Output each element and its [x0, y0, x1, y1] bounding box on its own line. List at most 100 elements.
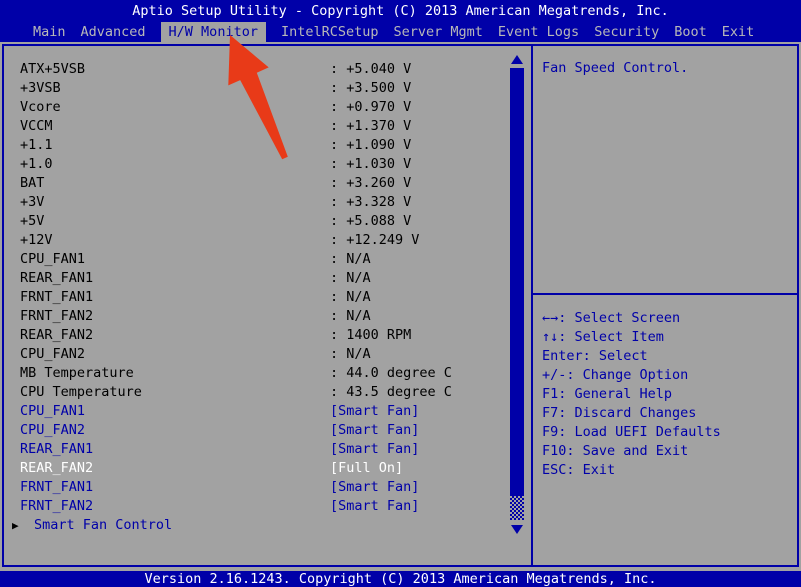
monitor-reading-row-value: : +3.260 V: [330, 175, 412, 191]
bios-setup-screen: Aptio Setup Utility - Copyright (C) 2013…: [0, 0, 801, 587]
monitor-reading-row: CPU_FAN1 : N/A: [4, 250, 531, 269]
tab-server-mgmt[interactable]: Server Mgmt: [394, 22, 483, 42]
help-key-line: ESC: Exit: [542, 462, 616, 478]
monitor-reading-row-label: +5V: [20, 213, 45, 229]
monitor-reading-row-label: CPU_FAN2: [20, 346, 86, 362]
monitor-reading-row: REAR_FAN1 : N/A: [4, 269, 531, 288]
fan-setting-row[interactable]: REAR_FAN1 [Smart Fan]: [4, 440, 531, 459]
monitor-reading-row-label: ATX+5VSB: [20, 61, 86, 77]
scrollbar-thumb[interactable]: [510, 68, 524, 496]
help-description: Fan Speed Control.: [542, 60, 689, 76]
monitor-reading-row-value: : N/A: [330, 289, 371, 305]
monitor-reading-row-value: : +3.500 V: [330, 80, 412, 96]
monitor-reading-row: FRNT_FAN2 : N/A: [4, 307, 531, 326]
monitor-reading-row: FRNT_FAN1 : N/A: [4, 288, 531, 307]
monitor-reading-row-label: +1.0: [20, 156, 53, 172]
fan-setting-row-value: [Smart Fan]: [330, 422, 420, 438]
monitor-reading-row-value: : +5.040 V: [330, 61, 412, 77]
tab-main[interactable]: Main: [33, 22, 66, 42]
help-key-line: F9: Load UEFI Defaults: [542, 424, 721, 440]
monitor-reading-row-label: REAR_FAN1: [20, 270, 94, 286]
tab-boot[interactable]: Boot: [674, 22, 707, 42]
help-key-line: ↑↓: Select Item: [542, 329, 664, 345]
monitor-reading-row-label: CPU Temperature: [20, 384, 142, 400]
monitor-reading-row-label: FRNT_FAN1: [20, 289, 94, 305]
monitor-reading-row: MB Temperature : 44.0 degree C: [4, 364, 531, 383]
annotation-arrow-icon: [228, 35, 288, 160]
monitor-reading-row: CPU Temperature : 43.5 degree C: [4, 383, 531, 402]
tab-security[interactable]: Security: [594, 22, 659, 42]
monitor-reading-row-label: FRNT_FAN2: [20, 308, 94, 324]
fan-setting-row-value: [Smart Fan]: [330, 403, 420, 419]
scroll-up-icon[interactable]: [511, 55, 523, 64]
monitor-reading-row: CPU_FAN2 : N/A: [4, 345, 531, 364]
monitor-reading-row-value: : +12.249 V: [330, 232, 420, 248]
title-bar: Aptio Setup Utility - Copyright (C) 2013…: [0, 0, 801, 22]
fan-setting-row[interactable]: FRNT_FAN1 [Smart Fan]: [4, 478, 531, 497]
fan-setting-row-value: [Smart Fan]: [330, 441, 420, 457]
monitor-reading-row-label: MB Temperature: [20, 365, 134, 381]
monitor-reading-row-value: : +1.090 V: [330, 137, 412, 153]
menu-bar: Main Advanced H/W Monitor IntelRCSetup Serve…: [0, 22, 801, 42]
monitor-reading-row-value: : +1.370 V: [330, 118, 412, 134]
fan-setting-row[interactable]: FRNT_FAN2 [Smart Fan]: [4, 497, 531, 516]
help-key-legend: ←→: Select Screen ↑↓: Select Item Enter: S…: [542, 309, 792, 480]
monitor-reading-row: +3V : +3.328 V: [4, 193, 531, 212]
fan-setting-row-selected[interactable]: REAR_FAN2 [Full On]: [4, 459, 531, 478]
help-key-line: F10: Save and Exit: [542, 443, 689, 459]
submenu-arrow-icon: ▶: [12, 519, 19, 532]
help-key-line: ←→: Select Screen: [542, 310, 681, 326]
submenu-smart-fan-control[interactable]: ▶ Smart Fan Control: [4, 516, 531, 535]
monitor-reading-row-value: : +5.088 V: [330, 213, 412, 229]
tab-advanced[interactable]: Advanced: [81, 22, 146, 42]
help-panel-divider: [533, 293, 797, 295]
help-key-line: F7: Discard Changes: [542, 405, 697, 421]
monitor-reading-row-label: BAT: [20, 175, 45, 191]
monitor-reading-row-value: : 44.0 degree C: [330, 365, 452, 381]
fan-setting-row-label: CPU_FAN1: [20, 403, 86, 419]
scroll-down-icon[interactable]: [511, 525, 523, 534]
footer-version-bar: Version 2.16.1243. Copyright (C) 2013 Am…: [0, 571, 801, 587]
help-key-line: F1: General Help: [542, 386, 673, 402]
help-panel: Fan Speed Control. ←→: Select Screen ↑↓: …: [531, 46, 797, 565]
monitor-reading-row-value: : N/A: [330, 251, 371, 267]
monitor-reading-row: BAT : +3.260 V: [4, 174, 531, 193]
fan-setting-row-label: FRNT_FAN1: [20, 479, 94, 495]
monitor-reading-row-value: : 1400 RPM: [330, 327, 412, 343]
fan-setting-row-label: REAR_FAN2: [20, 460, 94, 476]
fan-setting-row[interactable]: CPU_FAN2 [Smart Fan]: [4, 421, 531, 440]
monitor-reading-row-value: : +1.030 V: [330, 156, 412, 172]
monitor-reading-row-label: +12V: [20, 232, 53, 248]
monitor-reading-row-label: VCCM: [20, 118, 53, 134]
main-frame: ATX+5VSB : +5.040 V +3VSB : +3.500 V Vcore : …: [2, 44, 799, 567]
help-key-line: +/-: Change Option: [542, 367, 689, 383]
monitor-reading-row-label: +3VSB: [20, 80, 61, 96]
tab-exit[interactable]: Exit: [722, 22, 755, 42]
fan-setting-row-label: CPU_FAN2: [20, 422, 86, 438]
fan-setting-row-label: FRNT_FAN2: [20, 498, 94, 514]
monitor-reading-row-label: +3V: [20, 194, 45, 210]
monitor-reading-row-value: : N/A: [330, 270, 371, 286]
scrollbar[interactable]: [508, 55, 526, 560]
fan-setting-row-value: [Smart Fan]: [330, 479, 420, 495]
help-key-line: Enter: Select: [542, 348, 648, 364]
monitor-reading-row-value: : +3.328 V: [330, 194, 412, 210]
monitor-reading-row-label: CPU_FAN1: [20, 251, 86, 267]
submenu-label: Smart Fan Control: [34, 517, 173, 533]
monitor-reading-row-value: : +0.970 V: [330, 99, 412, 115]
fan-setting-row[interactable]: CPU_FAN1 [Smart Fan]: [4, 402, 531, 421]
fan-setting-row-value: [Smart Fan]: [330, 498, 420, 514]
monitor-reading-row-value: : 43.5 degree C: [330, 384, 452, 400]
monitor-reading-row: REAR_FAN2 : 1400 RPM: [4, 326, 531, 345]
monitor-reading-row: +5V : +5.088 V: [4, 212, 531, 231]
tab-event-logs[interactable]: Event Logs: [498, 22, 579, 42]
monitor-reading-row: +12V : +12.249 V: [4, 231, 531, 250]
fan-setting-row-label: REAR_FAN1: [20, 441, 94, 457]
monitor-reading-row-value: : N/A: [330, 346, 371, 362]
scrollbar-track[interactable]: [510, 496, 524, 520]
monitor-reading-row-label: +1.1: [20, 137, 53, 153]
monitor-reading-row-label: Vcore: [20, 99, 61, 115]
monitor-reading-row-value: : N/A: [330, 308, 371, 324]
fan-setting-row-value: [Full On]: [330, 460, 404, 476]
monitor-reading-row-label: REAR_FAN2: [20, 327, 94, 343]
